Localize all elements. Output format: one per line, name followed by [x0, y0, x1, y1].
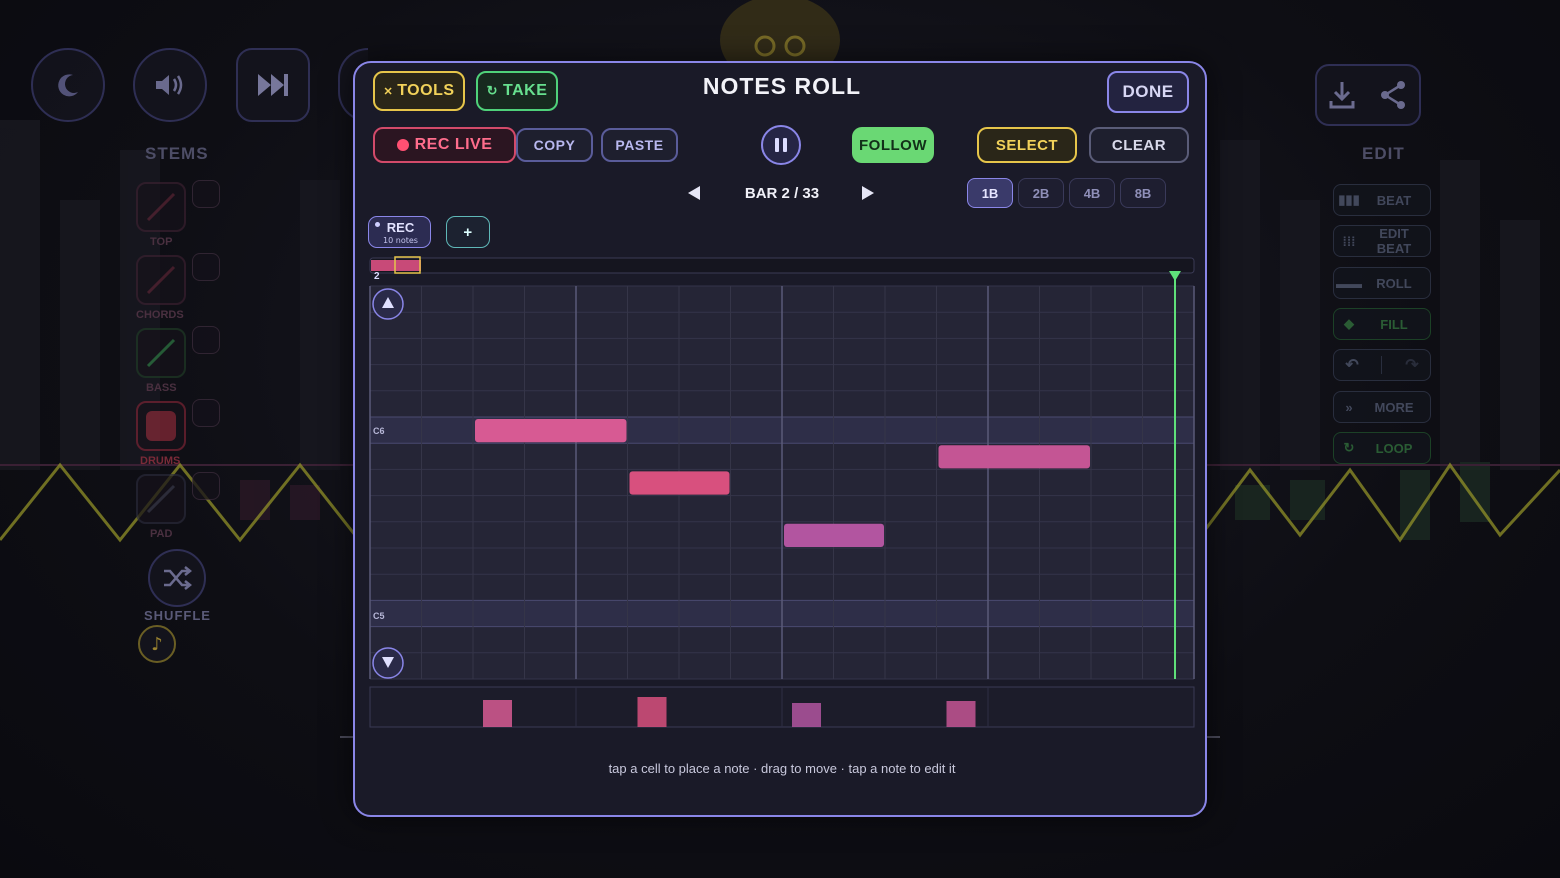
- next-bar-button[interactable]: [855, 179, 881, 207]
- stem-label-pad: PAD: [150, 528, 173, 540]
- stem-tile-pad[interactable]: [136, 474, 186, 524]
- stem-tile-chords[interactable]: [136, 255, 186, 305]
- fill-button[interactable]: ◆ FILL: [1333, 308, 1431, 340]
- velocity-bar[interactable]: [483, 700, 512, 727]
- skip-forward-icon: [258, 74, 288, 96]
- share-icon[interactable]: [1378, 79, 1408, 111]
- loop-button[interactable]: ↻ LOOP: [1333, 432, 1431, 464]
- resolution-8b-button[interactable]: 8B: [1120, 178, 1166, 208]
- fill-icon: ◆: [1344, 316, 1354, 331]
- shuffle-label: SHUFFLE: [144, 608, 211, 623]
- redo-icon[interactable]: ↷: [1405, 355, 1418, 375]
- stem-label-bass: BASS: [146, 382, 177, 394]
- done-button[interactable]: DONE: [1107, 71, 1189, 113]
- overview-notes-block: [371, 260, 421, 271]
- playhead-marker-icon[interactable]: [1169, 271, 1181, 281]
- resolution-1b-button[interactable]: 1B: [967, 178, 1013, 208]
- notes-roll-dialog: ✕ TOOLS ↻ TAKE NOTES ROLL DONE REC LIVE CO…: [353, 61, 1207, 817]
- stems-title: STEMS: [145, 144, 209, 163]
- add-take-button[interactable]: +: [446, 216, 490, 248]
- roll-grid-lines: [369, 256, 1195, 728]
- dice-icon[interactable]: [192, 180, 220, 208]
- download-icon[interactable]: [1328, 79, 1356, 111]
- dice-icon[interactable]: [192, 472, 220, 500]
- export-share-group: [1315, 64, 1421, 126]
- volume-icon: [156, 75, 183, 95]
- shuffle-icon: [164, 566, 193, 590]
- scroll-up-button[interactable]: [372, 288, 404, 320]
- overview-bar-number: 2: [374, 271, 380, 282]
- dots-grid-icon: ⁞⁞⁞: [1342, 233, 1356, 249]
- paste-button[interactable]: PASTE: [601, 128, 678, 162]
- scroll-down-button[interactable]: [372, 647, 404, 679]
- night-mode-button[interactable]: [31, 48, 105, 122]
- beat-bars-icon: ▮▮▮: [1338, 192, 1360, 207]
- select-button[interactable]: SELECT: [977, 127, 1077, 163]
- velocity-bar[interactable]: [792, 703, 821, 727]
- moon-icon: [58, 74, 78, 97]
- volume-button[interactable]: [133, 48, 207, 122]
- music-note-button[interactable]: ♪: [138, 625, 176, 663]
- clear-button[interactable]: CLEAR: [1089, 127, 1189, 163]
- note-block[interactable]: [629, 471, 730, 495]
- shuffle-button[interactable]: [148, 549, 206, 607]
- stem-label-chords: CHORDS: [136, 309, 184, 321]
- stem-label-drums: DRUMS: [140, 455, 181, 467]
- dice-icon[interactable]: [192, 399, 220, 427]
- stem-tile-top[interactable]: [136, 182, 186, 232]
- music-note-icon: ♪: [151, 633, 163, 655]
- stem-label-top: TOP: [150, 236, 173, 248]
- resolution-4b-button[interactable]: 4B: [1069, 178, 1115, 208]
- more-button[interactable]: » MORE: [1333, 391, 1431, 423]
- note-block[interactable]: [784, 523, 884, 547]
- rec-take-badge[interactable]: REC 10 notes: [368, 216, 431, 248]
- dialog-title: NOTES ROLL: [702, 73, 862, 99]
- pitch-label-c6: C6: [373, 426, 385, 436]
- record-dot-icon: [396, 139, 409, 151]
- roll-button[interactable]: ▬▬ ROLL: [1333, 267, 1431, 299]
- resolution-2b-button[interactable]: 2B: [1018, 178, 1064, 208]
- note-block[interactable]: [938, 445, 1091, 469]
- stem-tile-drums[interactable]: [136, 401, 186, 451]
- undo-redo-group: ↶ ↷: [1333, 349, 1431, 381]
- loop-icon: ↻: [1343, 440, 1355, 455]
- app-stage: STEMS TOP CHORDS BASS DRUMS PAD SHUFFLE …: [0, 0, 1560, 878]
- pause-button[interactable]: [761, 125, 801, 165]
- copy-button[interactable]: COPY: [516, 128, 593, 162]
- triangle-right-icon: [862, 186, 874, 200]
- piano-roll-grid[interactable]: C6 C5 2: [367, 253, 1197, 733]
- skip-forward-button[interactable]: [236, 48, 310, 122]
- edit-title: EDIT: [1362, 144, 1405, 163]
- edit-beat-button[interactable]: ⁞⁞⁞ EDIT BEAT: [1333, 225, 1431, 257]
- hint-text: tap a cell to place a note · drag to mov…: [608, 761, 956, 776]
- triangle-left-icon: [688, 186, 700, 200]
- bar-position-label: BAR 2 / 33: [744, 185, 820, 202]
- undo-icon[interactable]: ↶: [1345, 355, 1358, 375]
- dice-icon[interactable]: [192, 253, 220, 281]
- pitch-label-c5: C5: [373, 611, 385, 621]
- roll-icon: ▬▬: [1336, 275, 1362, 291]
- chevrons-right-icon: »: [1345, 399, 1353, 415]
- prev-bar-button[interactable]: [681, 179, 707, 207]
- pause-icon: [775, 138, 787, 152]
- edit-beat-mode-button[interactable]: ▮▮▮ BEAT: [1333, 184, 1431, 216]
- velocity-bar[interactable]: [637, 697, 667, 727]
- follow-toggle[interactable]: FOLLOW: [852, 127, 934, 163]
- rec-live-button[interactable]: REC LIVE: [373, 127, 516, 163]
- stem-tile-bass[interactable]: [136, 328, 186, 378]
- velocity-bar[interactable]: [946, 701, 976, 727]
- note-block[interactable]: [475, 419, 627, 443]
- dice-icon[interactable]: [192, 326, 220, 354]
- rec-badge-label: REC: [386, 220, 415, 235]
- rec-badge-count: 10 notes: [383, 236, 418, 245]
- overview-strip[interactable]: [369, 257, 1195, 274]
